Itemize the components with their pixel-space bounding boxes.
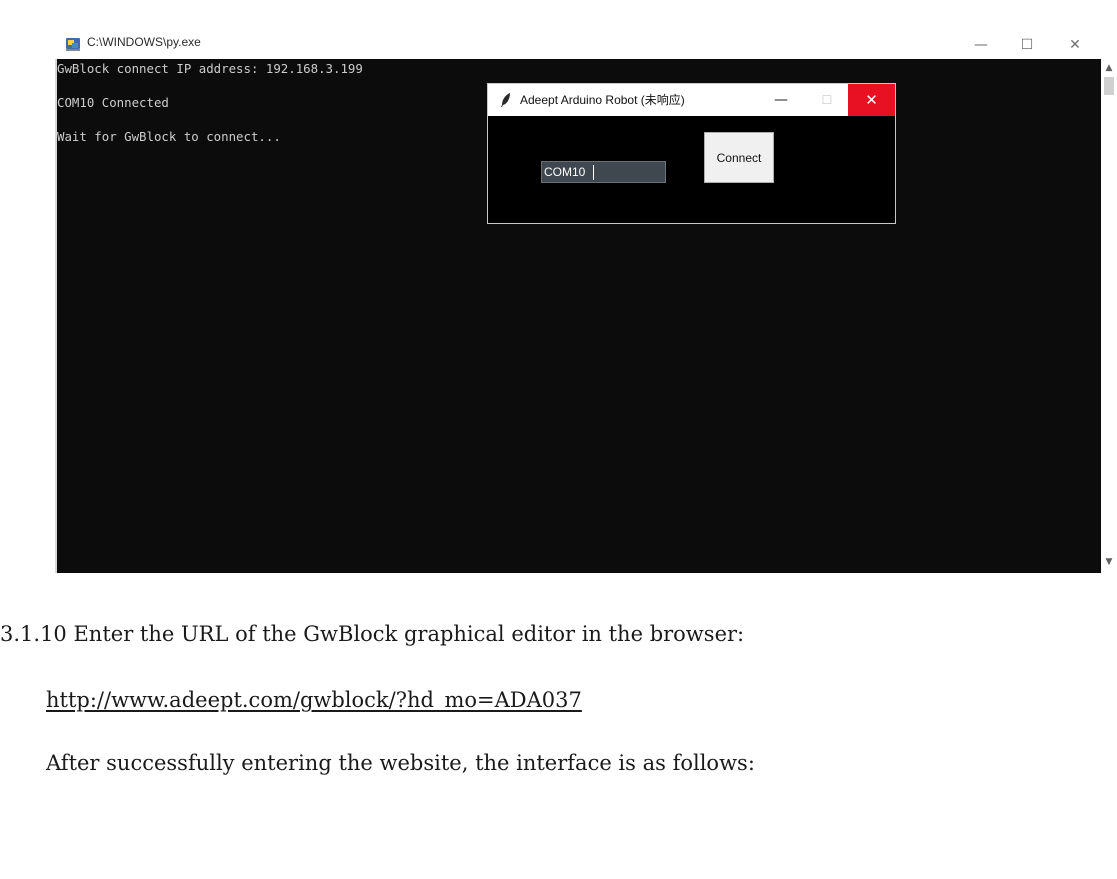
- close-icon: ✕: [865, 91, 878, 109]
- text-caret: [593, 165, 594, 180]
- console-titlebar[interactable]: C:\WINDOWS\py.exe — ☐ ✕: [55, 30, 1117, 59]
- dialog-maximize-button[interactable]: ☐: [804, 84, 850, 116]
- dialog-minimize-button[interactable]: —: [758, 84, 804, 116]
- connect-button[interactable]: Connect: [704, 132, 774, 183]
- robot-dialog: Adeept Arduino Robot (未响应) — ☐ ✕ COM10 C…: [487, 83, 896, 224]
- scroll-up-icon[interactable]: ▲: [1101, 61, 1117, 75]
- console-line: GwBlock connect IP address: 192.168.3.19…: [57, 61, 363, 76]
- console-title: C:\WINDOWS\py.exe: [87, 35, 201, 49]
- dialog-close-button[interactable]: ✕: [848, 84, 895, 116]
- console-close-button[interactable]: ✕: [1055, 30, 1095, 59]
- com-port-input[interactable]: COM10: [541, 161, 666, 183]
- python-icon: [66, 38, 80, 51]
- step-heading: 3.1.10 Enter the URL of the GwBlock grap…: [0, 622, 745, 646]
- connect-label: Connect: [716, 150, 762, 165]
- com-port-value: COM10: [544, 165, 586, 179]
- console-minimize-button[interactable]: —: [961, 30, 1001, 59]
- console-line: COM10 Connected: [57, 95, 169, 110]
- scroll-thumb[interactable]: [1104, 77, 1114, 95]
- console-line: Wait for GwBlock to connect...: [57, 129, 281, 144]
- maximize-icon: ☐: [821, 93, 833, 107]
- close-icon: ✕: [1069, 36, 1081, 53]
- minimize-icon: —: [774, 92, 788, 108]
- maximize-icon: ☐: [1020, 36, 1034, 53]
- dialog-title: Adeept Arduino Robot (未响应): [520, 93, 685, 107]
- feather-icon: [501, 93, 510, 107]
- console-scrollbar[interactable]: ▲ ▼: [1101, 59, 1117, 573]
- minimize-icon: —: [974, 36, 988, 53]
- console-maximize-button[interactable]: ☐: [1007, 30, 1047, 59]
- followup-text: After successfully entering the website,…: [46, 751, 755, 775]
- gwblock-url-link[interactable]: http://www.adeept.com/gwblock/?hd_mo=ADA…: [46, 688, 582, 712]
- dialog-titlebar[interactable]: Adeept Arduino Robot (未响应) — ☐ ✕: [488, 84, 895, 116]
- scroll-down-icon[interactable]: ▼: [1101, 555, 1117, 569]
